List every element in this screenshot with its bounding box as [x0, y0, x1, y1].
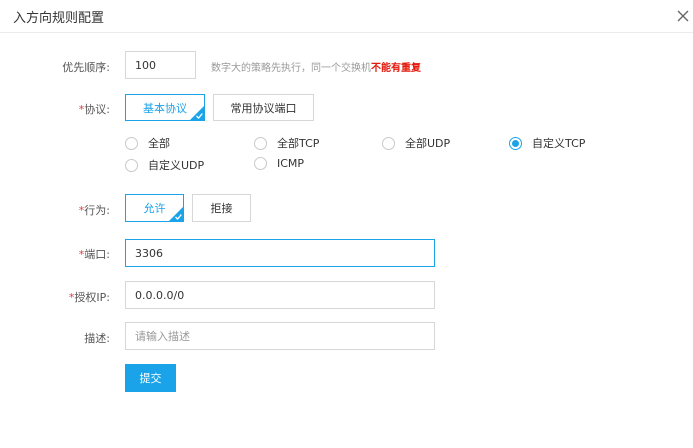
protocol-label: *协议:: [0, 101, 110, 117]
tab-basic-protocol[interactable]: 基本协议: [125, 94, 205, 121]
checkmark-corner-icon: [169, 207, 183, 221]
dialog-title: 入方向规则配置: [13, 11, 105, 26]
description-label-text: 描述:: [84, 332, 110, 345]
port-label: *端口:: [0, 246, 110, 262]
port-input[interactable]: [125, 239, 435, 267]
radio-checked-icon: [509, 136, 522, 150]
auth-ip-input[interactable]: [125, 281, 435, 309]
tab-basic-protocol-label: 基本协议: [143, 101, 187, 115]
priority-label-text: 优先顺序:: [62, 61, 110, 74]
action-deny-label: 拒接: [210, 202, 233, 215]
priority-input[interactable]: [125, 51, 196, 79]
priority-hint-warning: 不能有重复: [371, 63, 421, 74]
action-label-text: 行为:: [84, 204, 110, 217]
checkmark-corner-icon: [190, 106, 204, 120]
radio-custom-tcp[interactable]: 自定义TCP: [509, 135, 585, 151]
action-allow-label: 允许: [143, 202, 166, 215]
radio-all-udp-label: 全部UDP: [405, 137, 451, 150]
radio-icmp-label: ICMP: [277, 157, 305, 170]
radio-all-udp[interactable]: 全部UDP: [382, 135, 450, 151]
action-label: *行为:: [0, 202, 110, 218]
radio-all-tcp[interactable]: 全部TCP: [254, 135, 319, 151]
radio-custom-udp-label: 自定义UDP: [148, 159, 205, 172]
protocol-label-text: 协议:: [84, 103, 110, 116]
radio-all-label: 全部: [148, 137, 170, 150]
auth-ip-label: *授权IP:: [0, 289, 110, 305]
radio-custom-udp[interactable]: 自定义UDP: [125, 157, 204, 173]
radio-all[interactable]: 全部: [125, 135, 170, 151]
priority-hint: 数字大的策略先执行，同一个交换机不能有重复: [211, 59, 421, 74]
radio-icmp[interactable]: ICMP: [254, 157, 304, 170]
description-input[interactable]: [125, 322, 435, 350]
action-allow-button[interactable]: 允许: [125, 194, 184, 222]
action-deny-button[interactable]: 拒接: [192, 194, 251, 222]
radio-circle-icon: [125, 158, 138, 172]
submit-button[interactable]: 提交: [125, 364, 176, 392]
radio-circle-icon: [254, 136, 267, 150]
port-label-text: 端口:: [84, 248, 110, 261]
radio-circle-icon: [254, 157, 267, 170]
radio-circle-icon: [382, 136, 395, 150]
auth-ip-label-text: 授权IP:: [74, 291, 110, 304]
close-icon[interactable]: [676, 9, 690, 23]
priority-hint-text: 数字大的策略先执行，同一个交换机: [211, 63, 371, 74]
description-label: 描述:: [0, 330, 110, 346]
tab-common-ports[interactable]: 常用协议端口: [213, 94, 314, 121]
tab-common-ports-label: 常用协议端口: [230, 101, 297, 115]
radio-all-tcp-label: 全部TCP: [277, 137, 320, 150]
radio-custom-tcp-label: 自定义TCP: [532, 137, 586, 150]
priority-label: 优先顺序:: [0, 59, 110, 75]
dialog-header: 入方向规则配置: [0, 0, 693, 33]
radio-circle-icon: [125, 136, 138, 150]
